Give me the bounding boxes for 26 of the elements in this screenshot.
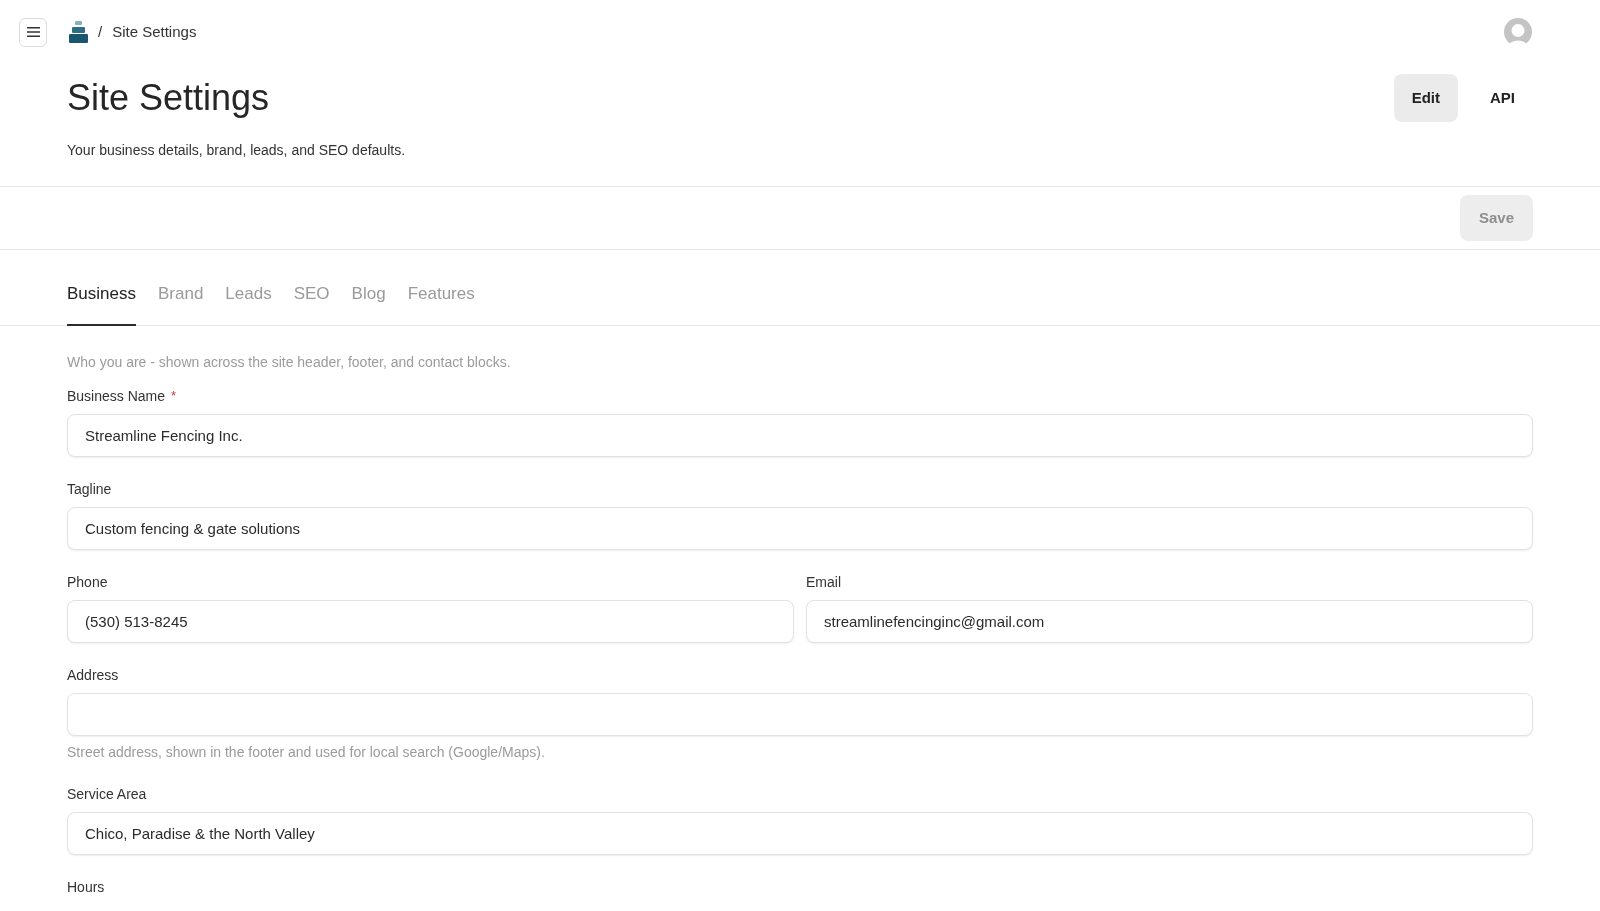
logo-icon[interactable] xyxy=(69,21,88,43)
field-label: Email xyxy=(806,573,841,592)
field-label: Hours xyxy=(67,878,105,897)
menu-icon xyxy=(26,27,40,37)
required-asterisk: * xyxy=(171,387,177,405)
input-field[interactable]: Custom fencing & gate solutions xyxy=(67,507,1533,550)
header-action-button[interactable]: Edit xyxy=(1393,74,1458,122)
field-label: Phone xyxy=(67,573,108,592)
input-field[interactable] xyxy=(67,693,1533,736)
field-label: Tagline xyxy=(67,480,112,499)
field-hint: Street address, shown in the footer and used for local search (Google/Maps). xyxy=(67,743,546,762)
breadcrumb-separator: / xyxy=(98,21,103,42)
menu-button[interactable] xyxy=(19,17,47,47)
field-label: Address xyxy=(67,666,119,685)
input-field[interactable]: Streamline Fencing Inc. xyxy=(67,414,1533,457)
header-action-button[interactable]: API xyxy=(1472,74,1533,122)
input-field[interactable]: streamlinefencinginc@gmail.com xyxy=(806,600,1533,643)
tab[interactable]: Business xyxy=(67,282,136,326)
input-field[interactable]: Chico, Paradise & the North Valley xyxy=(67,812,1533,855)
section-description: Who you are - shown across the site header, footer, and contact blocks. xyxy=(67,353,511,372)
page-subtitle: Your business details, brand, leads, and SEO defaults. xyxy=(67,141,406,160)
field-label: Service Area xyxy=(67,785,147,804)
field-label: Business Name xyxy=(67,387,166,406)
page-title: Site Settings xyxy=(67,78,270,118)
breadcrumb-current: Site Settings xyxy=(112,21,197,42)
input-field[interactable]: (530) 513-8245 xyxy=(67,600,794,643)
